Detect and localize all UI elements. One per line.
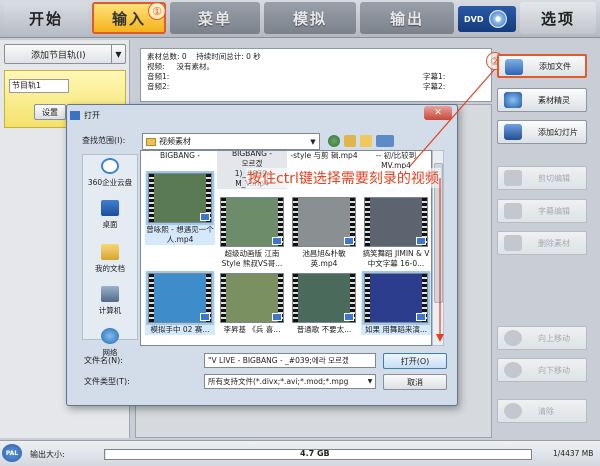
disc-capacity: 4.7 GB [300, 449, 330, 458]
output-size-label: 输出大小: [30, 450, 65, 459]
annotation-arrows [409, 69, 495, 342]
output-size-value: 1/4437 MB [553, 449, 594, 458]
pal-format-icon[interactable]: PAL [2, 444, 22, 462]
capacity-gauge-fill [105, 450, 106, 459]
arrow-head [436, 334, 444, 342]
arrow-to-add-file [409, 69, 495, 167]
